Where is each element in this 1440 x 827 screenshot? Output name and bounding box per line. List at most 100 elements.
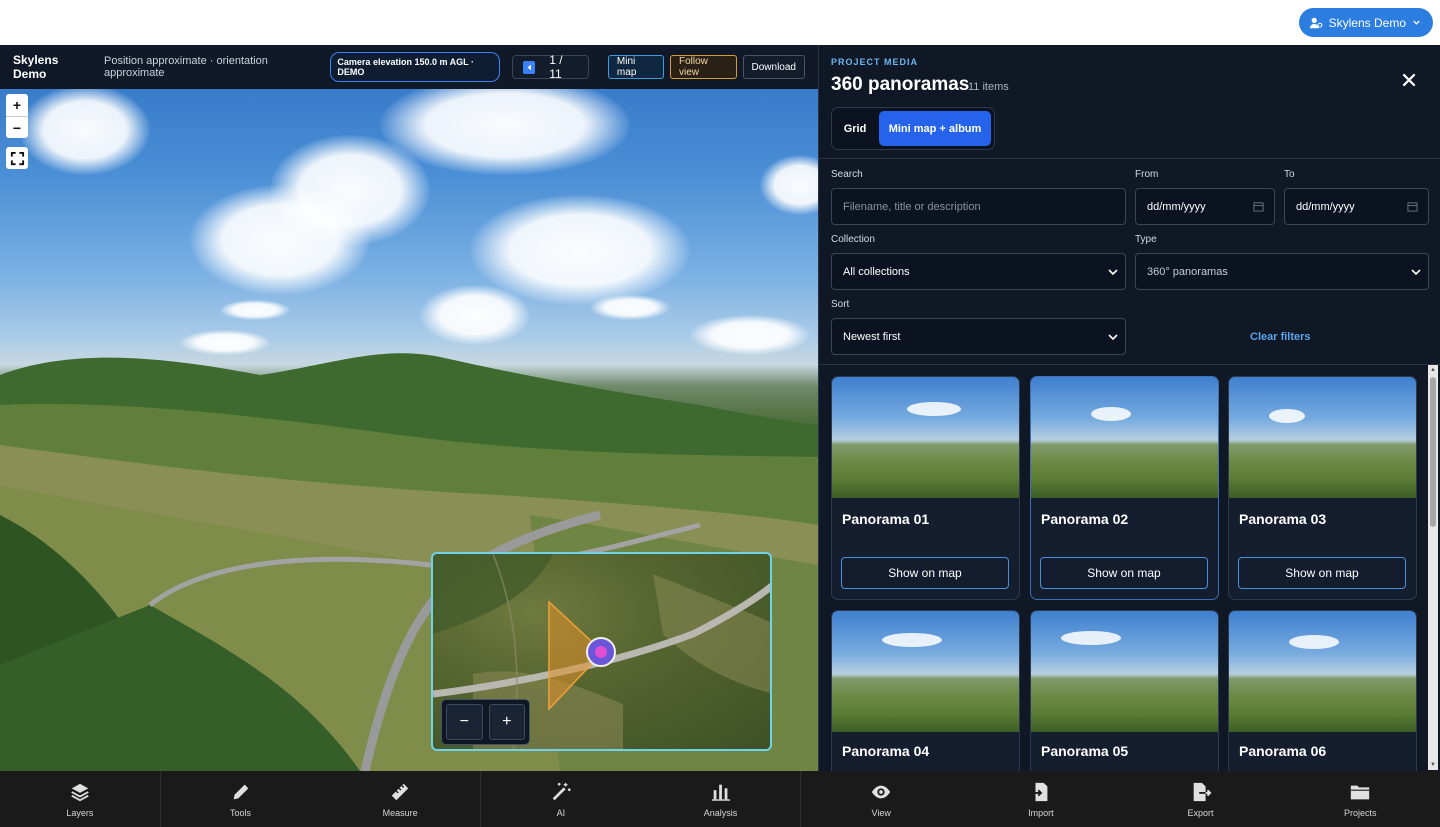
to-label: To <box>1284 169 1295 180</box>
toolbar-projects[interactable]: Projects <box>1280 771 1440 827</box>
divider <box>819 364 1440 365</box>
to-date-placeholder: dd/mm/yyyy <box>1296 200 1355 213</box>
pencil-icon <box>233 784 248 799</box>
toolbar-layers[interactable]: Layers <box>0 771 160 827</box>
panorama-name: Panorama 02 <box>1041 511 1129 527</box>
mini-map[interactable]: − + <box>431 552 772 751</box>
item-count: 11 items <box>968 81 1009 93</box>
download-button[interactable]: Download <box>742 55 805 79</box>
panorama-card[interactable]: Panorama 03 Show on map <box>1228 376 1417 600</box>
mini-map-zoom: − + <box>441 699 530 745</box>
calendar-icon <box>1253 202 1264 212</box>
to-date-input[interactable]: dd/mm/yyyy <box>1284 188 1429 225</box>
mini-map-zoom-in-button[interactable]: + <box>488 704 525 740</box>
panorama-card[interactable]: Panorama 01 Show on map <box>831 376 1020 600</box>
export-icon <box>1193 782 1211 801</box>
import-icon <box>1032 782 1048 801</box>
view-mode-toggle: Grid Mini map + album <box>831 107 995 150</box>
layers-icon <box>71 783 89 801</box>
panel-title: 360 panoramas <box>831 74 970 95</box>
search-label: Search <box>831 169 863 180</box>
bar-chart-icon <box>711 784 730 801</box>
type-select[interactable]: 360° panoramas <box>1135 253 1429 290</box>
scroll-up-arrow[interactable]: ▲ <box>1428 365 1438 375</box>
show-on-map-button[interactable]: Show on map <box>841 557 1009 589</box>
viewer-title: Skylens Demo <box>13 53 59 81</box>
elevation-badge: Camera elevation 150.0 m AGL · DEMO <box>330 52 501 82</box>
collection-value: All collections <box>843 265 910 278</box>
mini-map-zoom-out-button[interactable]: − <box>446 704 483 740</box>
from-date-placeholder: dd/mm/yyyy <box>1147 200 1206 213</box>
chevron-down-icon <box>1108 269 1118 276</box>
toolbar-ai[interactable]: AI <box>481 771 641 827</box>
toolbar-export[interactable]: Export <box>1121 771 1281 827</box>
panel-scrollbar[interactable]: ▲ ▼ <box>1428 365 1438 770</box>
toolbar-measure[interactable]: Measure <box>320 771 480 827</box>
panorama-card[interactable]: Panorama 04 <box>831 610 1020 771</box>
triangle-left-icon <box>527 64 531 70</box>
from-label: From <box>1135 169 1159 180</box>
type-value: 360° panoramas <box>1147 265 1228 278</box>
search-input[interactable]: Filename, title or description <box>831 188 1126 225</box>
panorama-name: Panorama 01 <box>842 511 930 527</box>
chevron-down-icon <box>1413 20 1420 25</box>
collection-label: Collection <box>831 234 875 245</box>
toolbar-label: Tools <box>230 807 252 818</box>
panorama-card[interactable]: Panorama 06 <box>1228 610 1417 771</box>
collection-select[interactable]: All collections <box>831 253 1126 290</box>
toolbar-view[interactable]: View <box>801 771 961 827</box>
type-label: Type <box>1135 234 1157 245</box>
panorama-thumbnail <box>1229 611 1416 732</box>
toolbar-analysis[interactable]: Analysis <box>641 771 801 827</box>
panorama-name: Panorama 05 <box>1041 743 1129 759</box>
toolbar-label: Analysis <box>703 807 738 818</box>
toolbar-label: Import <box>1028 807 1054 818</box>
chevron-down-icon <box>1108 334 1118 341</box>
magic-wand-icon <box>552 782 571 800</box>
show-on-map-button[interactable]: Show on map <box>1238 557 1406 589</box>
viewer-header: Skylens Demo Position approximate · orie… <box>0 45 818 89</box>
divider <box>819 158 1440 159</box>
view-grid-option[interactable]: Grid <box>835 111 875 146</box>
toolbar-label: Export <box>1187 807 1214 818</box>
panorama-name: Panorama 03 <box>1239 511 1327 527</box>
media-panel: PROJECT MEDIA 360 panoramas 11 items Gri… <box>818 45 1440 771</box>
user-icon <box>1309 17 1323 28</box>
bottom-toolbar: Layers Tools Measure AI Analysis View Im… <box>0 771 1440 827</box>
toolbar-label: Layers <box>66 807 94 818</box>
panorama-name: Panorama 06 <box>1239 743 1327 759</box>
scrollbar-thumb[interactable] <box>1430 377 1436 527</box>
panel-eyebrow: PROJECT MEDIA <box>831 57 919 67</box>
panorama-navigator: 1 / 11 <box>512 53 589 81</box>
toolbar-label: AI <box>556 807 566 818</box>
show-on-map-button[interactable]: Show on map <box>1040 557 1208 589</box>
panorama-thumbnail <box>1031 377 1218 498</box>
position-approx-text: Position approximate · orientation appro… <box>103 55 268 79</box>
user-menu-button[interactable]: Skylens Demo <box>1298 8 1433 37</box>
toolbar-import[interactable]: Import <box>961 771 1121 827</box>
panorama-card[interactable]: Panorama 02 Show on map <box>1030 376 1219 600</box>
calendar-icon <box>1407 202 1418 212</box>
previous-button[interactable] <box>523 60 536 74</box>
fullscreen-button[interactable] <box>6 147 28 169</box>
panorama-thumbnail <box>1229 377 1416 498</box>
follow-view-button[interactable]: Follow view <box>670 55 737 79</box>
panorama-thumbnail <box>832 377 1019 498</box>
sort-label: Sort <box>831 299 850 310</box>
mini-map-button[interactable]: Mini map <box>607 55 664 79</box>
user-menu-label: Skylens Demo <box>1328 15 1406 30</box>
panorama-thumbnail <box>832 611 1019 732</box>
clear-filters-link[interactable]: Clear filters <box>1250 331 1311 343</box>
scroll-down-arrow[interactable]: ▼ <box>1428 760 1438 770</box>
close-icon[interactable] <box>1400 71 1418 89</box>
sort-value: Newest first <box>843 330 901 343</box>
eye-icon <box>872 785 891 798</box>
panorama-counter: 1 / 11 <box>549 53 563 81</box>
view-album-option[interactable]: Mini map + album <box>879 111 991 146</box>
toolbar-tools[interactable]: Tools <box>161 771 321 827</box>
panorama-card[interactable]: Panorama 05 <box>1030 610 1219 771</box>
from-date-input[interactable]: dd/mm/yyyy <box>1135 188 1275 225</box>
zoom-in-button[interactable]: + <box>6 94 28 116</box>
zoom-out-button[interactable]: − <box>6 116 28 138</box>
sort-select[interactable]: Newest first <box>831 318 1126 355</box>
